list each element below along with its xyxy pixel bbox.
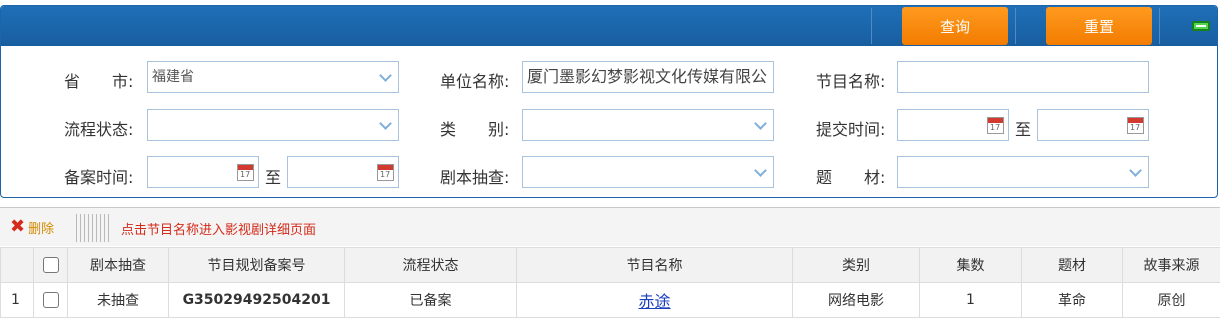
chevron-down-icon[interactable] [376, 110, 398, 140]
cell-name: 赤途 [516, 282, 793, 318]
submit-time-label: 提交时间: [816, 120, 886, 139]
cell-source: 原创 [1122, 282, 1220, 318]
chevron-down-icon[interactable] [1126, 157, 1148, 187]
row-select-cell [33, 282, 68, 318]
unit-name-value: 厦门墨影幻梦影视文化传媒有限公 [527, 67, 768, 86]
chevron-down-icon[interactable] [376, 62, 398, 92]
delete-button[interactable]: ✖ 删除 [10, 216, 55, 237]
program-name-label: 节目名称: [816, 72, 886, 91]
grid-toolbar: ✖ 删除 点击节目名称进入影视剧详细页面 [0, 208, 1220, 246]
delete-icon: ✖ [10, 216, 26, 237]
submit-time-start-input[interactable]: 17 [897, 109, 1009, 141]
column-header-episodes[interactable]: 集数 [919, 247, 1022, 283]
cell-theme: 革命 [1021, 282, 1123, 318]
toolbar-separator [871, 8, 872, 44]
record-time-end-input[interactable]: 17 [287, 156, 399, 188]
result-grid: ✖ 删除 点击节目名称进入影视剧详细页面 剧本抽查 节目规划备案号 流程状态 节… [0, 207, 1220, 321]
script-check-label: 剧本抽查: [440, 168, 510, 187]
cell-episodes: 1 [919, 282, 1022, 318]
unit-name-input[interactable]: 厦门墨影幻梦影视文化传媒有限公 [522, 61, 774, 93]
category-select[interactable] [522, 109, 774, 141]
script-check-select[interactable] [522, 156, 774, 188]
record-time-start-input[interactable]: 17 [147, 156, 259, 188]
table-header-row: 剧本抽查 节目规划备案号 流程状态 节目名称 类别 集数 题材 故事来源 [0, 247, 1220, 283]
calendar-icon[interactable]: 17 [987, 117, 1004, 134]
record-time-to-label: 至 [265, 168, 282, 187]
row-number: 1 [0, 282, 34, 318]
table-row[interactable]: 1 未抽查 G35029492504201 已备案 赤途 网络电影 1 革命 原… [0, 282, 1220, 318]
calendar-day-text: 17 [380, 170, 391, 179]
category-label: 类 别: [440, 120, 510, 139]
process-status-label: 流程状态: [64, 120, 134, 139]
cell-record-no: G35029492504201 [168, 282, 345, 318]
cell-status: 已备案 [344, 282, 517, 318]
reset-button[interactable]: 重置 [1046, 7, 1152, 45]
province-label: 省 市: [64, 72, 134, 91]
theme-select[interactable] [897, 156, 1149, 188]
row-checkbox[interactable] [42, 292, 59, 308]
toolbar-separator [1159, 8, 1160, 44]
result-table: 剧本抽查 节目规划备案号 流程状态 节目名称 类别 集数 题材 故事来源 1 未… [0, 247, 1220, 318]
toolbar-separator [1015, 8, 1016, 44]
select-all-checkbox[interactable] [42, 257, 59, 273]
cell-category: 网络电影 [792, 282, 920, 318]
column-header-theme[interactable]: 题材 [1021, 247, 1123, 283]
cell-script-check: 未抽查 [67, 282, 169, 318]
submit-time-to-label: 至 [1015, 120, 1032, 139]
record-time-label: 备案时间: [64, 168, 134, 187]
province-select[interactable]: 福建省 [147, 61, 399, 93]
search-toolbar: 查询 重置 [1, 6, 1217, 46]
calendar-icon[interactable]: 17 [237, 164, 254, 181]
chevron-down-icon[interactable] [751, 157, 773, 187]
theme-label: 题 材: [816, 168, 886, 187]
province-value: 福建省 [152, 69, 194, 85]
collapse-icon[interactable] [1192, 21, 1210, 31]
unit-name-label: 单位名称: [440, 72, 510, 91]
column-header-status[interactable]: 流程状态 [344, 247, 517, 283]
column-header-record-no[interactable]: 节目规划备案号 [168, 247, 345, 283]
calendar-icon[interactable]: 17 [377, 164, 394, 181]
query-button[interactable]: 查询 [902, 7, 1008, 45]
search-panel: 查询 重置 省 市: 福建省 单位名称: 厦门墨影幻梦影视文化传媒有限公 节目名… [0, 5, 1218, 198]
chevron-down-icon[interactable] [751, 110, 773, 140]
process-status-select[interactable] [147, 109, 399, 141]
program-name-link[interactable]: 赤途 [638, 292, 670, 311]
calendar-day-text: 17 [240, 170, 251, 179]
delete-label: 删除 [28, 221, 55, 237]
calendar-day-text: 17 [1130, 123, 1141, 132]
column-header-name[interactable]: 节目名称 [516, 247, 793, 283]
column-header-select [33, 247, 68, 283]
calendar-icon[interactable]: 17 [1127, 117, 1144, 134]
submit-time-end-input[interactable]: 17 [1037, 109, 1149, 141]
column-header-script-check[interactable]: 剧本抽查 [67, 247, 169, 283]
calendar-day-text: 17 [990, 123, 1001, 132]
grid-hint-text: 点击节目名称进入影视剧详细页面 [121, 223, 317, 238]
program-name-input[interactable] [897, 61, 1149, 93]
toolbar-grip [76, 214, 112, 242]
column-header-rownum [0, 247, 34, 283]
column-header-category[interactable]: 类别 [792, 247, 920, 283]
column-header-source[interactable]: 故事来源 [1122, 247, 1220, 283]
